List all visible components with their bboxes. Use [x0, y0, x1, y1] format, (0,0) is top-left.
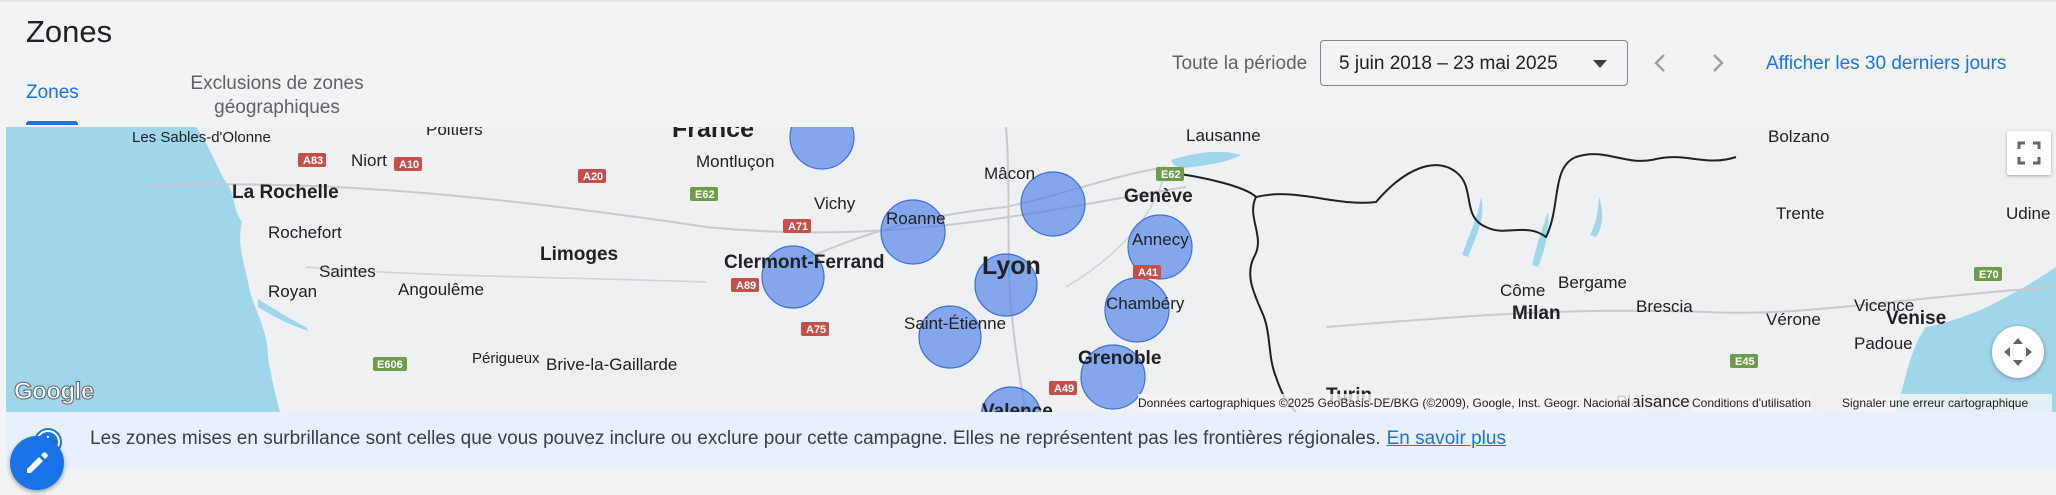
city-label: Vichy	[814, 194, 856, 213]
map-canvas: A83 A10 A20 E62 A71 A89 A75 E606 E62 A41…	[6, 127, 2056, 412]
map[interactable]: A83 A10 A20 E62 A71 A89 A75 E606 E62 A41…	[6, 127, 2056, 412]
city-label: Côme	[1500, 281, 1545, 300]
city-label: Annecy	[1132, 230, 1189, 249]
city-label: Udine	[2006, 204, 2050, 223]
info-banner-text: Les zones mises en surbrillance sont cel…	[90, 428, 1506, 450]
date-range-value: 5 juin 2018 – 23 mai 2025	[1339, 53, 1558, 74]
city-label: Padoue	[1854, 334, 1913, 353]
city-label: La Rochelle	[232, 182, 339, 203]
report-map-error-link[interactable]: Signaler une erreur cartographique	[1842, 394, 2052, 412]
lake-iseo	[1590, 197, 1603, 237]
learn-more-link[interactable]: En savoir plus	[1387, 428, 1506, 449]
city-label: Brescia	[1636, 297, 1693, 316]
atlantic-ocean	[6, 127, 280, 412]
france-italy-border	[1249, 196, 1297, 412]
svg-text:A89: A89	[736, 280, 756, 292]
date-range-dropdown[interactable]: 5 juin 2018 – 23 mai 2025	[1320, 40, 1628, 86]
svg-text:A10: A10	[399, 159, 419, 171]
city-label: Milan	[1512, 303, 1561, 324]
svg-text:A83: A83	[303, 155, 323, 167]
city-label: Venise	[1886, 308, 1946, 329]
chevron-left-icon[interactable]	[1648, 50, 1674, 76]
edit-fab-button[interactable]	[10, 436, 64, 490]
city-label: Montluçon	[696, 152, 774, 171]
city-label: Lyon	[982, 252, 1041, 280]
svg-text:E70: E70	[1979, 269, 1999, 281]
svg-text:A41: A41	[1138, 267, 1158, 279]
city-label: Mâcon	[984, 164, 1035, 183]
last-30-days-link[interactable]: Afficher les 30 derniers jours	[1766, 53, 2006, 75]
svg-text:E606: E606	[377, 359, 403, 371]
pan-control-icon	[2004, 338, 2032, 366]
lake-maggiore	[1532, 212, 1549, 267]
svg-text:E45: E45	[1735, 356, 1755, 368]
svg-text:A20: A20	[583, 171, 603, 183]
svg-text:A49: A49	[1054, 383, 1074, 395]
map-region-label: France	[672, 127, 754, 143]
lake-geneva	[1171, 151, 1241, 168]
city-label: Les Sables-d'Olonne	[132, 129, 271, 146]
lake-como	[1462, 197, 1483, 257]
caret-down-icon	[1593, 60, 1607, 68]
city-label: Vérone	[1766, 310, 1821, 329]
svg-text:E62: E62	[1161, 169, 1181, 181]
city-label: Rochefort	[268, 223, 342, 242]
svg-text:A75: A75	[806, 324, 826, 336]
zone-circle[interactable]	[789, 127, 855, 170]
city-label: Niort	[351, 151, 387, 170]
gironde-estuary	[258, 299, 308, 331]
city-label: Lausanne	[1186, 127, 1261, 145]
tab-zone-exclusions[interactable]: Exclusions de zones géographiques	[178, 72, 376, 120]
google-logo: Google	[14, 378, 95, 406]
active-tab-indicator	[26, 121, 78, 125]
city-label: Royan	[268, 282, 317, 301]
tab-zone-exclusions-line2: géographiques	[214, 97, 340, 118]
svg-text:E62: E62	[695, 189, 715, 201]
terms-link[interactable]: Conditions d'utilisation	[1692, 394, 1812, 412]
city-label: Bergame	[1558, 273, 1627, 292]
period-label: Toute la période	[1172, 53, 1308, 74]
page-title: Zones	[26, 14, 113, 49]
city-label: Brive-la-Gaillarde	[546, 355, 677, 374]
chevron-right-icon[interactable]	[1704, 50, 1730, 76]
pencil-icon	[27, 452, 48, 473]
city-label: Genève	[1124, 186, 1193, 207]
city-label: Roanne	[886, 209, 946, 228]
city-label: Périgueux	[472, 350, 540, 367]
city-label: Clermont-Ferrand	[724, 252, 884, 273]
info-banner: Les zones mises en surbrillance sont cel…	[6, 412, 2056, 468]
fullscreen-button[interactable]	[2007, 131, 2051, 175]
city-label: Valence	[982, 401, 1053, 412]
city-label: Bolzano	[1768, 127, 1829, 146]
swiss-border	[1165, 153, 1737, 239]
top-divider	[0, 0, 2056, 2]
city-label: Grenoble	[1078, 348, 1161, 369]
city-label: Limoges	[540, 244, 618, 265]
city-label: Trente	[1776, 204, 1825, 223]
city-label: Saintes	[319, 262, 376, 281]
info-banner-message: Les zones mises en surbrillance sont cel…	[90, 428, 1381, 449]
pan-control-button[interactable]	[1992, 326, 2044, 378]
tab-zone-exclusions-line1: Exclusions de zones	[190, 73, 364, 94]
svg-text:A71: A71	[788, 221, 808, 233]
city-label: Chambéry	[1106, 294, 1185, 313]
city-label: Poitiers	[426, 127, 483, 139]
tab-zones[interactable]: Zones	[26, 82, 79, 104]
map-data-attribution[interactable]: Données cartographiques ©2025 GeoBasis-D…	[1138, 394, 1634, 412]
city-label: Saint-Étienne	[904, 314, 1006, 333]
city-label: Angoulême	[398, 280, 484, 299]
fullscreen-icon	[2017, 141, 2041, 165]
